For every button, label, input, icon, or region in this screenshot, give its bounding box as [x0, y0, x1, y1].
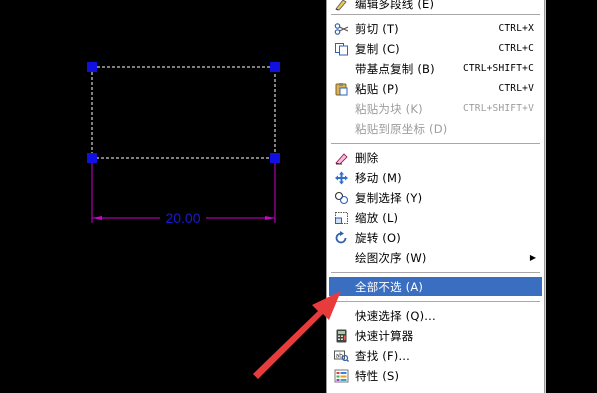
menu-item-draw-order[interactable]: 绘图次序 (W) ▶ — [329, 248, 542, 267]
menu-item-find[interactable]: ab 查找 (F)... — [329, 346, 542, 365]
dimension-arrow-right — [265, 216, 275, 220]
menu-item-deselect-all[interactable]: 全部不选 (A) — [329, 277, 542, 296]
selected-rectangle[interactable] — [91, 66, 276, 159]
dimension-text[interactable]: 20.00 — [165, 210, 200, 226]
menu-item-move[interactable]: 移动 (M) — [329, 168, 542, 187]
grip-bottom-left[interactable] — [87, 153, 97, 163]
context-menu: 编辑多段线 (E) 剪切 (T) CTRL+X 复制 (C) CTRL+C 带基… — [326, 0, 545, 393]
menu-item-edit-polyline[interactable]: 编辑多段线 (E) — [329, 0, 542, 13]
menu-item-delete[interactable]: 删除 — [329, 148, 542, 167]
properties-icon — [333, 368, 349, 383]
menu-item-paste[interactable]: 粘贴 (P) CTRL+V — [329, 79, 542, 98]
dimension-arrow-left — [92, 216, 102, 220]
menu-item-copy-selection[interactable]: 复制选择 (Y) — [329, 188, 542, 207]
menu-item-rotate[interactable]: 旋转 (O) — [329, 228, 542, 247]
menu-item-paste-as-block: 粘贴为块 (K) CTRL+SHIFT+V — [355, 101, 534, 116]
grip-top-right[interactable] — [270, 62, 280, 72]
menu-item-paste-to-original-coords: 粘贴到原坐标 (D) — [355, 121, 448, 136]
scissors-icon — [333, 21, 349, 36]
menu-item-quick-calculator[interactable]: 快速计算器 — [329, 326, 542, 345]
copy-icon — [333, 41, 349, 56]
scale-icon — [333, 210, 349, 225]
menu-item-scale[interactable]: 缩放 (L) — [329, 208, 542, 227]
rotate-icon — [333, 230, 349, 245]
find-icon: ab — [333, 348, 349, 363]
pen-icon — [333, 0, 349, 11]
paste-icon — [333, 81, 349, 96]
submenu-arrow-icon: ▶ — [529, 253, 536, 262]
grip-top-left[interactable] — [87, 62, 97, 72]
eraser-icon — [333, 150, 349, 165]
calculator-icon — [333, 328, 349, 343]
menu-item-properties[interactable]: 特性 (S) — [329, 366, 542, 385]
move-icon — [333, 170, 349, 185]
menu-item-copy[interactable]: 复制 (C) CTRL+C — [329, 39, 542, 58]
menu-item-quick-select[interactable]: 快速选择 (Q)... — [329, 306, 542, 325]
copy-selection-icon — [333, 190, 349, 205]
menu-item-cut[interactable]: 剪切 (T) CTRL+X — [329, 19, 542, 38]
grip-bottom-right[interactable] — [270, 153, 280, 163]
menu-item-copy-with-base-point[interactable]: 带基点复制 (B) CTRL+SHIFT+C — [329, 59, 542, 78]
